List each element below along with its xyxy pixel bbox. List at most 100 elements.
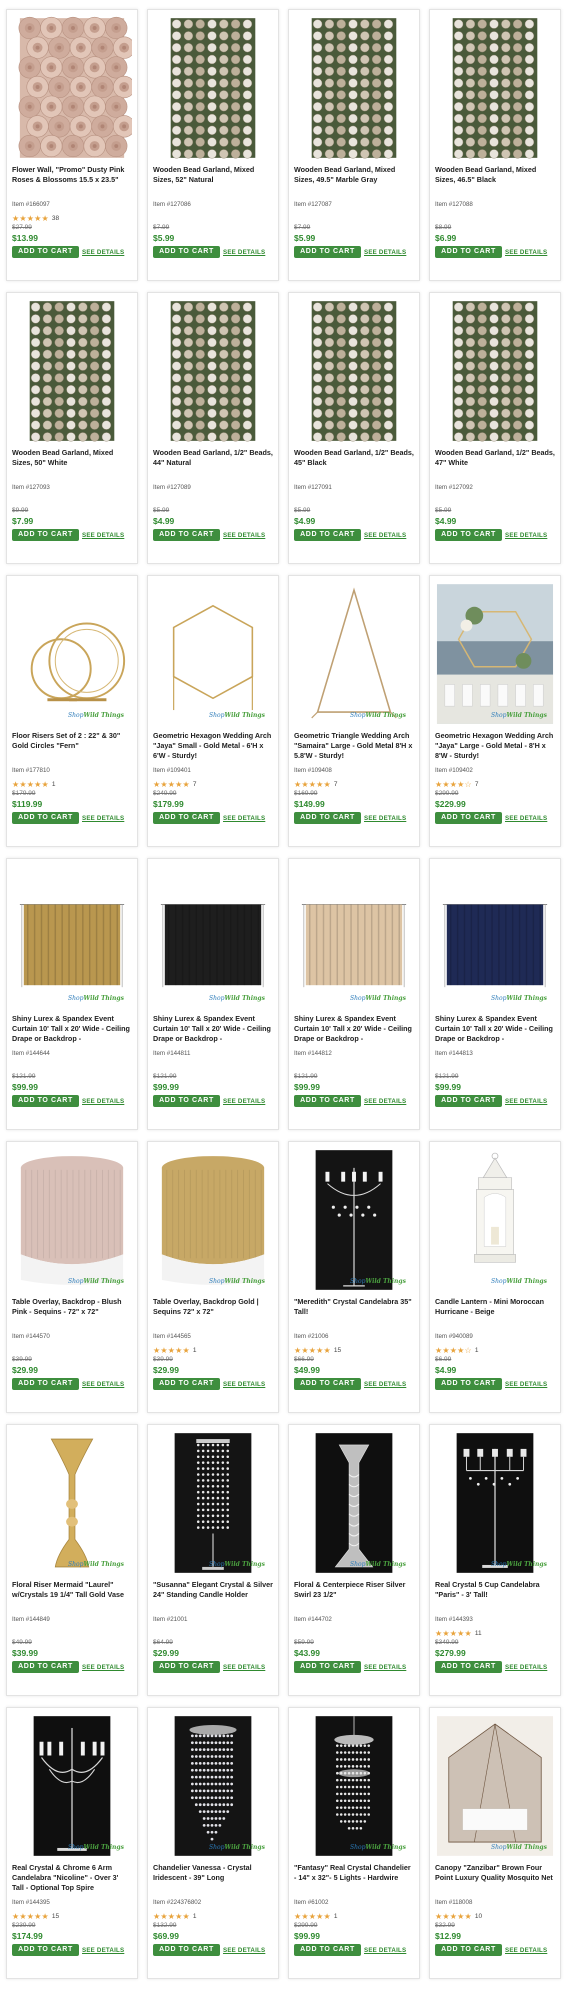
add-to-cart-button[interactable]: ADD TO CART [12, 246, 79, 258]
see-details-link[interactable]: SEE DETAILS [82, 532, 124, 539]
product-title[interactable]: Shiny Lurex & Spandex Event Curtain 10' … [153, 1014, 273, 1044]
product-title[interactable]: Floral Riser Mermaid "Laurel" w/Crystals… [12, 1580, 132, 1610]
see-details-link[interactable]: SEE DETAILS [505, 1098, 547, 1105]
candelabra-dark-image[interactable]: ShopWild Things [294, 1147, 414, 1293]
product-title[interactable]: Geometric Hexagon Wedding Arch "Jaya" Sm… [153, 731, 273, 761]
product-title[interactable]: Floral & Centerpiece Riser Silver Swirl … [294, 1580, 414, 1610]
see-details-link[interactable]: SEE DETAILS [505, 1664, 547, 1671]
product-title[interactable]: Canopy "Zanzibar" Brown Four Point Luxur… [435, 1863, 555, 1893]
product-title[interactable]: Wooden Bead Garland, Mixed Sizes, 50" Wh… [12, 448, 132, 478]
see-details-link[interactable]: SEE DETAILS [364, 1664, 406, 1671]
see-details-link[interactable]: SEE DETAILS [505, 1381, 547, 1388]
product-title[interactable]: Flower Wall, "Promo" Dusty Pink Roses & … [12, 165, 132, 195]
see-details-link[interactable]: SEE DETAILS [505, 815, 547, 822]
product-title[interactable]: Shiny Lurex & Spandex Event Curtain 10' … [12, 1014, 132, 1044]
see-details-link[interactable]: SEE DETAILS [223, 1947, 265, 1954]
add-to-cart-button[interactable]: ADD TO CART [153, 812, 220, 824]
see-details-link[interactable]: SEE DETAILS [364, 532, 406, 539]
see-details-link[interactable]: SEE DETAILS [223, 1098, 265, 1105]
five-cup-image[interactable]: ShopWild Things [435, 1430, 555, 1576]
table-blush-image[interactable]: ShopWild Things [12, 1147, 132, 1293]
bead-garland-image[interactable] [294, 15, 414, 161]
arch-photo-image[interactable]: ShopWild Things [435, 581, 555, 727]
add-to-cart-button[interactable]: ADD TO CART [294, 812, 361, 824]
hexagon-arch-image[interactable]: ShopWild Things [153, 581, 273, 727]
add-to-cart-button[interactable]: ADD TO CART [12, 1095, 79, 1107]
see-details-link[interactable]: SEE DETAILS [223, 532, 265, 539]
gold-circles-image[interactable]: ShopWild Things [12, 581, 132, 727]
see-details-link[interactable]: SEE DETAILS [505, 532, 547, 539]
see-details-link[interactable]: SEE DETAILS [505, 249, 547, 256]
add-to-cart-button[interactable]: ADD TO CART [435, 529, 502, 541]
see-details-link[interactable]: SEE DETAILS [223, 1664, 265, 1671]
flower-wall-image[interactable] [12, 15, 132, 161]
add-to-cart-button[interactable]: ADD TO CART [153, 1378, 220, 1390]
add-to-cart-button[interactable]: ADD TO CART [294, 1661, 361, 1673]
table-gold-image[interactable]: ShopWild Things [153, 1147, 273, 1293]
product-title[interactable]: Real Crystal 5 Cup Candelabra "Paris" - … [435, 1580, 555, 1610]
product-title[interactable]: Wooden Bead Garland, 1/2" Beads, 44" Nat… [153, 448, 273, 478]
see-details-link[interactable]: SEE DETAILS [82, 815, 124, 822]
add-to-cart-button[interactable]: ADD TO CART [12, 1378, 79, 1390]
see-details-link[interactable]: SEE DETAILS [82, 1664, 124, 1671]
see-details-link[interactable]: SEE DETAILS [364, 1947, 406, 1954]
see-details-link[interactable]: SEE DETAILS [82, 1098, 124, 1105]
lantern-image[interactable]: ShopWild Things [435, 1147, 555, 1293]
product-title[interactable]: Table Overlay, Backdrop - Blush Pink - S… [12, 1297, 132, 1327]
silver-swirl-image[interactable]: ShopWild Things [294, 1430, 414, 1576]
chandelier-vanessa-image[interactable]: ShopWild Things [153, 1713, 273, 1859]
triangle-arch-image[interactable]: ShopWild Things [294, 581, 414, 727]
crystal-stand-image[interactable]: ShopWild Things [153, 1430, 273, 1576]
curtain-navy-image[interactable]: ShopWild Things [435, 864, 555, 1010]
see-details-link[interactable]: SEE DETAILS [82, 1381, 124, 1388]
add-to-cart-button[interactable]: ADD TO CART [153, 1095, 220, 1107]
add-to-cart-button[interactable]: ADD TO CART [294, 1378, 361, 1390]
product-title[interactable]: Shiny Lurex & Spandex Event Curtain 10' … [294, 1014, 414, 1044]
product-title[interactable]: Geometric Triangle Wedding Arch "Samaira… [294, 731, 414, 761]
product-title[interactable]: "Meredith" Crystal Candelabra 35" Tall! [294, 1297, 414, 1327]
add-to-cart-button[interactable]: ADD TO CART [435, 812, 502, 824]
product-title[interactable]: Candle Lantern - Mini Moroccan Hurricane… [435, 1297, 555, 1327]
see-details-link[interactable]: SEE DETAILS [223, 815, 265, 822]
add-to-cart-button[interactable]: ADD TO CART [12, 812, 79, 824]
product-title[interactable]: Chandelier Vanessa - Crystal Iridescent … [153, 1863, 273, 1893]
see-details-link[interactable]: SEE DETAILS [505, 1947, 547, 1954]
see-details-link[interactable]: SEE DETAILS [364, 1381, 406, 1388]
add-to-cart-button[interactable]: ADD TO CART [153, 529, 220, 541]
add-to-cart-button[interactable]: ADD TO CART [435, 1095, 502, 1107]
six-arm-image[interactable]: ShopWild Things [12, 1713, 132, 1859]
bead-garland-image[interactable] [435, 298, 555, 444]
gold-vase-image[interactable]: ShopWild Things [12, 1430, 132, 1576]
product-title[interactable]: Table Overlay, Backdrop Gold | Sequins 7… [153, 1297, 273, 1327]
product-title[interactable]: Wooden Bead Garland, 1/2" Beads, 45" Bla… [294, 448, 414, 478]
add-to-cart-button[interactable]: ADD TO CART [435, 1661, 502, 1673]
add-to-cart-button[interactable]: ADD TO CART [435, 1378, 502, 1390]
curtain-black-image[interactable]: ShopWild Things [153, 864, 273, 1010]
add-to-cart-button[interactable]: ADD TO CART [12, 1944, 79, 1956]
bead-garland-image[interactable] [153, 15, 273, 161]
product-title[interactable]: Wooden Bead Garland, 1/2" Beads, 47" Whi… [435, 448, 555, 478]
add-to-cart-button[interactable]: ADD TO CART [153, 1661, 220, 1673]
product-title[interactable]: Geometric Hexagon Wedding Arch "Jaya" La… [435, 731, 555, 761]
add-to-cart-button[interactable]: ADD TO CART [435, 246, 502, 258]
add-to-cart-button[interactable]: ADD TO CART [153, 1944, 220, 1956]
chandelier-fantasy-image[interactable]: ShopWild Things [294, 1713, 414, 1859]
add-to-cart-button[interactable]: ADD TO CART [294, 246, 361, 258]
bead-garland-image[interactable] [12, 298, 132, 444]
product-title[interactable]: "Susanna" Elegant Crystal & Silver 24" S… [153, 1580, 273, 1610]
product-title[interactable]: Shiny Lurex & Spandex Event Curtain 10' … [435, 1014, 555, 1044]
add-to-cart-button[interactable]: ADD TO CART [294, 1944, 361, 1956]
add-to-cart-button[interactable]: ADD TO CART [294, 529, 361, 541]
add-to-cart-button[interactable]: ADD TO CART [12, 529, 79, 541]
curtain-gold-image[interactable]: ShopWild Things [12, 864, 132, 1010]
see-details-link[interactable]: SEE DETAILS [364, 249, 406, 256]
product-title[interactable]: Wooden Bead Garland, Mixed Sizes, 46.5" … [435, 165, 555, 195]
see-details-link[interactable]: SEE DETAILS [82, 1947, 124, 1954]
curtain-champagne-image[interactable]: ShopWild Things [294, 864, 414, 1010]
add-to-cart-button[interactable]: ADD TO CART [294, 1095, 361, 1107]
canopy-image[interactable]: ShopWild Things [435, 1713, 555, 1859]
product-title[interactable]: Floor Risers Set of 2 : 22" & 30" Gold C… [12, 731, 132, 761]
bead-garland-image[interactable] [435, 15, 555, 161]
product-title[interactable]: Wooden Bead Garland, Mixed Sizes, 49.5" … [294, 165, 414, 195]
add-to-cart-button[interactable]: ADD TO CART [12, 1661, 79, 1673]
